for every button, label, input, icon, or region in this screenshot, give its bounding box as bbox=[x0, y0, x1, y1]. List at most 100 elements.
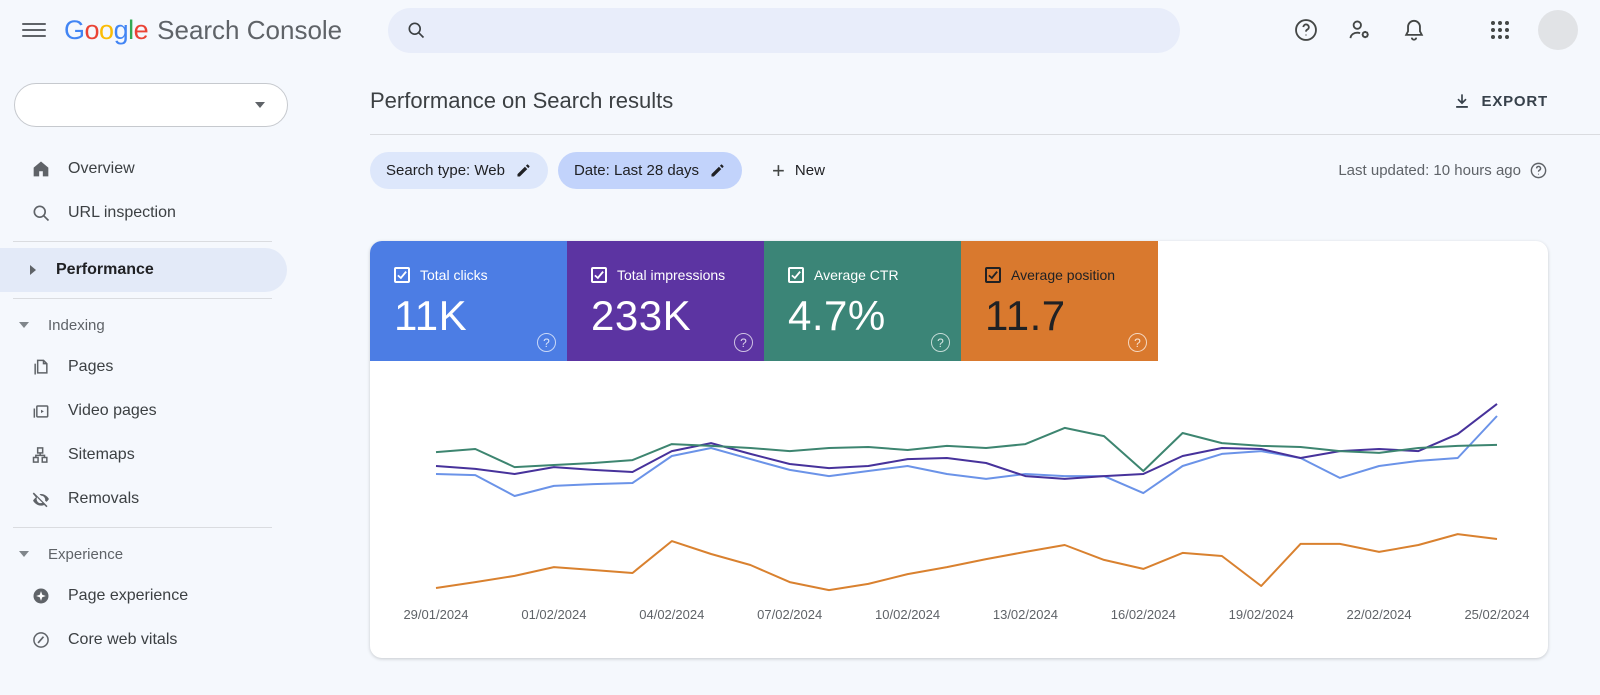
metric-label: Average CTR bbox=[814, 267, 899, 283]
checkbox-checked-icon[interactable] bbox=[591, 267, 607, 283]
x-axis-label: 13/02/2024 bbox=[993, 607, 1058, 622]
page-title: Performance on Search results bbox=[370, 88, 674, 113]
chevron-down-icon bbox=[255, 102, 265, 108]
main-content: Performance on Search results EXPORT Sea… bbox=[300, 60, 1600, 695]
metric-tiles: Total clicks 11K ? Total impressions 233… bbox=[370, 241, 1548, 361]
sitemaps-icon bbox=[30, 445, 52, 465]
help-icon[interactable]: ? bbox=[734, 333, 753, 352]
help-icon[interactable]: ? bbox=[537, 333, 556, 352]
google-apps-button[interactable] bbox=[1480, 10, 1520, 50]
divider bbox=[13, 298, 272, 299]
speedometer-icon bbox=[30, 630, 52, 650]
hidden-eye-icon bbox=[30, 489, 52, 509]
export-label: EXPORT bbox=[1481, 92, 1548, 110]
manage-users-button[interactable] bbox=[1340, 10, 1380, 50]
new-filter-button[interactable]: + New bbox=[760, 157, 837, 183]
metric-label: Total impressions bbox=[617, 267, 726, 283]
metric-label: Total clicks bbox=[420, 267, 488, 283]
divider bbox=[370, 134, 1600, 135]
pages-icon bbox=[30, 357, 52, 377]
sidebar-item-performance[interactable]: Performance bbox=[0, 248, 287, 292]
user-settings-icon bbox=[1349, 20, 1369, 39]
sidebar-nav: Overview URL inspection Performance Inde… bbox=[0, 147, 300, 662]
x-axis-label: 01/02/2024 bbox=[521, 607, 586, 622]
metric-value: 233K bbox=[591, 292, 692, 339]
sidebar-item-removals[interactable]: Removals bbox=[0, 477, 300, 521]
bell-icon bbox=[1404, 19, 1424, 41]
new-filter-label: New bbox=[794, 162, 825, 179]
x-axis-label: 22/02/2024 bbox=[1347, 607, 1412, 622]
topbar-actions bbox=[1272, 10, 1578, 50]
sidebar-item-sitemaps[interactable]: Sitemaps bbox=[0, 433, 300, 477]
edit-pencil-icon bbox=[711, 164, 724, 177]
series-total-clicks bbox=[435, 415, 1498, 497]
metric-tile-average-ctr[interactable]: Average CTR 4.7% ? bbox=[764, 241, 961, 361]
search-input[interactable] bbox=[438, 21, 1163, 39]
metric-tile-total-clicks[interactable]: Total clicks 11K ? bbox=[370, 241, 567, 361]
divider bbox=[13, 241, 272, 242]
checkbox-checked-icon[interactable] bbox=[985, 267, 1001, 283]
checkbox-checked-icon[interactable] bbox=[788, 267, 804, 283]
last-updated-text: Last updated: 10 hours ago bbox=[1338, 162, 1521, 179]
metric-value: 11K bbox=[394, 292, 468, 339]
help-icon[interactable] bbox=[1529, 161, 1548, 180]
help-button[interactable] bbox=[1286, 10, 1326, 50]
sidebar-section-label: Indexing bbox=[48, 316, 105, 334]
x-axis-label: 10/02/2024 bbox=[875, 607, 940, 622]
sidebar-item-label: Sitemaps bbox=[68, 446, 135, 463]
property-selector[interactable] bbox=[14, 83, 288, 127]
metric-tile-total-impressions[interactable]: Total impressions 233K ? bbox=[567, 241, 764, 361]
help-icon[interactable]: ? bbox=[931, 333, 950, 352]
performance-panel: Total clicks 11K ? Total impressions 233… bbox=[370, 241, 1548, 658]
google-logo: Google bbox=[64, 14, 149, 45]
edit-pencil-icon bbox=[517, 164, 530, 177]
sidebar-item-label: Overview bbox=[68, 160, 135, 177]
sidebar-item-pages[interactable]: Pages bbox=[0, 345, 300, 389]
filter-chip-search-type[interactable]: Search type: Web bbox=[370, 152, 548, 189]
series-average-ctr bbox=[435, 426, 1498, 472]
sidebar-item-url-inspection[interactable]: URL inspection bbox=[0, 191, 300, 235]
sidebar-section-indexing[interactable]: Indexing bbox=[0, 305, 300, 345]
sidebar-item-page-experience[interactable]: Page experience bbox=[0, 574, 300, 618]
menu-icon[interactable] bbox=[22, 18, 46, 42]
filter-chip-label: Search type: Web bbox=[386, 162, 505, 179]
checkbox-checked-icon[interactable] bbox=[394, 267, 410, 283]
search-bar[interactable] bbox=[388, 7, 1181, 53]
product-name: Search Console bbox=[157, 14, 343, 45]
plus-icon: + bbox=[772, 157, 785, 183]
sidebar-item-label: Pages bbox=[68, 358, 114, 375]
series-total-impressions bbox=[435, 403, 1498, 480]
sidebar-item-core-web-vitals[interactable]: Core web vitals bbox=[0, 618, 300, 662]
sidebar-item-label: Page experience bbox=[68, 587, 189, 604]
metric-label: Average position bbox=[1011, 267, 1116, 283]
filter-chip-date[interactable]: Date: Last 28 days bbox=[557, 152, 743, 189]
video-pages-icon bbox=[30, 401, 52, 421]
caret-down-icon bbox=[14, 322, 34, 328]
apps-grid-icon bbox=[1491, 21, 1509, 39]
download-icon bbox=[1455, 94, 1468, 108]
top-app-bar: Google Search Console bbox=[0, 0, 1600, 60]
x-axis-label: 07/02/2024 bbox=[757, 607, 822, 622]
account-avatar[interactable] bbox=[1538, 10, 1578, 50]
export-button[interactable]: EXPORT bbox=[1452, 91, 1548, 111]
metric-value: 4.7% bbox=[788, 292, 886, 339]
performance-line-chart: 29/01/2024 01/02/2024 04/02/2024 07/02/2024… bbox=[403, 403, 1530, 622]
help-icon[interactable]: ? bbox=[1128, 333, 1147, 352]
x-axis-label: 04/02/2024 bbox=[639, 607, 704, 622]
sidebar-section-experience[interactable]: Experience bbox=[0, 534, 300, 574]
sidebar-section-label: Experience bbox=[48, 545, 124, 563]
sidebar: Overview URL inspection Performance Inde… bbox=[0, 60, 300, 695]
app-logo[interactable]: Google Search Console bbox=[64, 15, 342, 46]
x-axis-label: 25/02/2024 bbox=[1464, 607, 1529, 622]
notifications-button[interactable] bbox=[1394, 10, 1434, 50]
sidebar-item-video-pages[interactable]: Video pages bbox=[0, 389, 300, 433]
metric-tile-average-position[interactable]: Average position 11.7 ? bbox=[961, 241, 1158, 361]
x-axis-label: 29/01/2024 bbox=[403, 607, 468, 622]
caret-right-icon bbox=[22, 265, 44, 275]
sidebar-item-overview[interactable]: Overview bbox=[0, 147, 300, 191]
metric-value: 11.7 bbox=[985, 292, 1066, 339]
inspect-icon bbox=[30, 203, 52, 223]
help-icon bbox=[1295, 19, 1317, 41]
series-average-position bbox=[435, 533, 1498, 592]
sidebar-item-label: Removals bbox=[68, 490, 140, 507]
